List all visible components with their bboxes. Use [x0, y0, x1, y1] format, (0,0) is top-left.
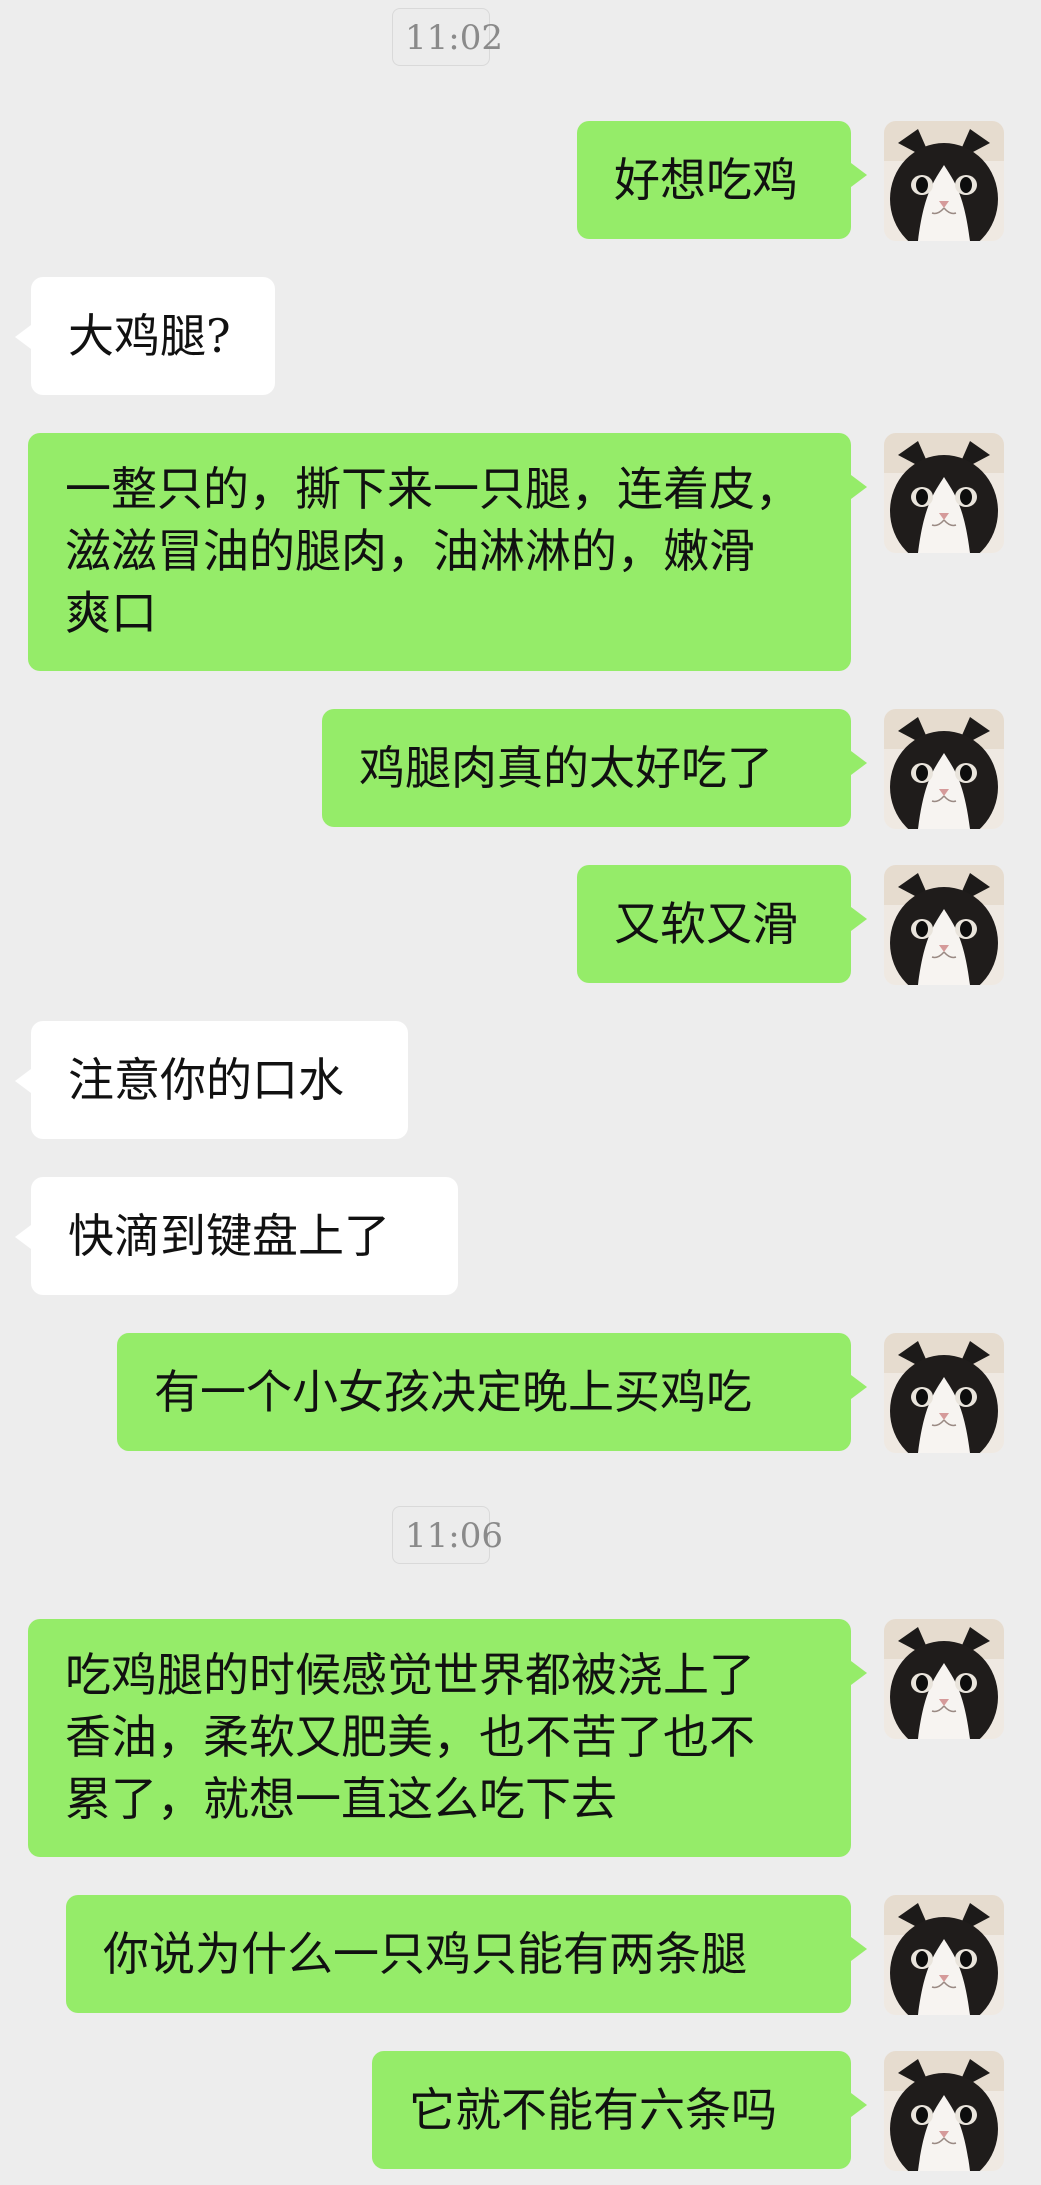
message-bubble[interactable]: 你说为什么一只鸡只能有两条腿 — [66, 1895, 867, 2013]
cat-avatar-icon[interactable] — [884, 709, 1004, 829]
cat-avatar-icon[interactable] — [884, 433, 1004, 553]
cat-avatar-icon[interactable] — [884, 2051, 1004, 2171]
message-bubble[interactable]: 大鸡腿? — [15, 277, 275, 395]
message-bubble[interactable]: 一整只的，撕下来一只腿，连着皮， 滋滋冒油的腿肉，油淋淋的，嫩滑 爽口 — [28, 433, 867, 671]
message-bubble[interactable]: 吃鸡腿的时候感觉世界都被浇上了 香油，柔软又肥美，也不苦了也不 累了，就想一直这… — [28, 1619, 867, 1857]
message-bubble[interactable]: 鸡腿肉真的太好吃了 — [322, 709, 867, 827]
message-bubble[interactable]: 有一个小女孩决定晚上买鸡吃 — [117, 1333, 867, 1451]
message-bubble[interactable]: 它就不能有六条吗 — [372, 2051, 867, 2169]
message-bubble[interactable]: 好想吃鸡 — [577, 121, 867, 239]
timestamp-1102: 11:02 — [392, 8, 503, 66]
message-bubble[interactable]: 快滴到键盘上了 — [15, 1177, 458, 1295]
cat-avatar-icon[interactable] — [884, 1333, 1004, 1453]
cat-avatar-icon[interactable] — [884, 1895, 1004, 2015]
message-bubble[interactable]: 注意你的口水 — [15, 1021, 408, 1139]
cat-avatar-icon[interactable] — [884, 121, 1004, 241]
message-bubble[interactable]: 又软又滑 — [577, 865, 867, 983]
cat-avatar-icon[interactable] — [884, 1619, 1004, 1739]
timestamp-1106: 11:06 — [392, 1506, 503, 1564]
cat-avatar-icon[interactable] — [884, 865, 1004, 985]
